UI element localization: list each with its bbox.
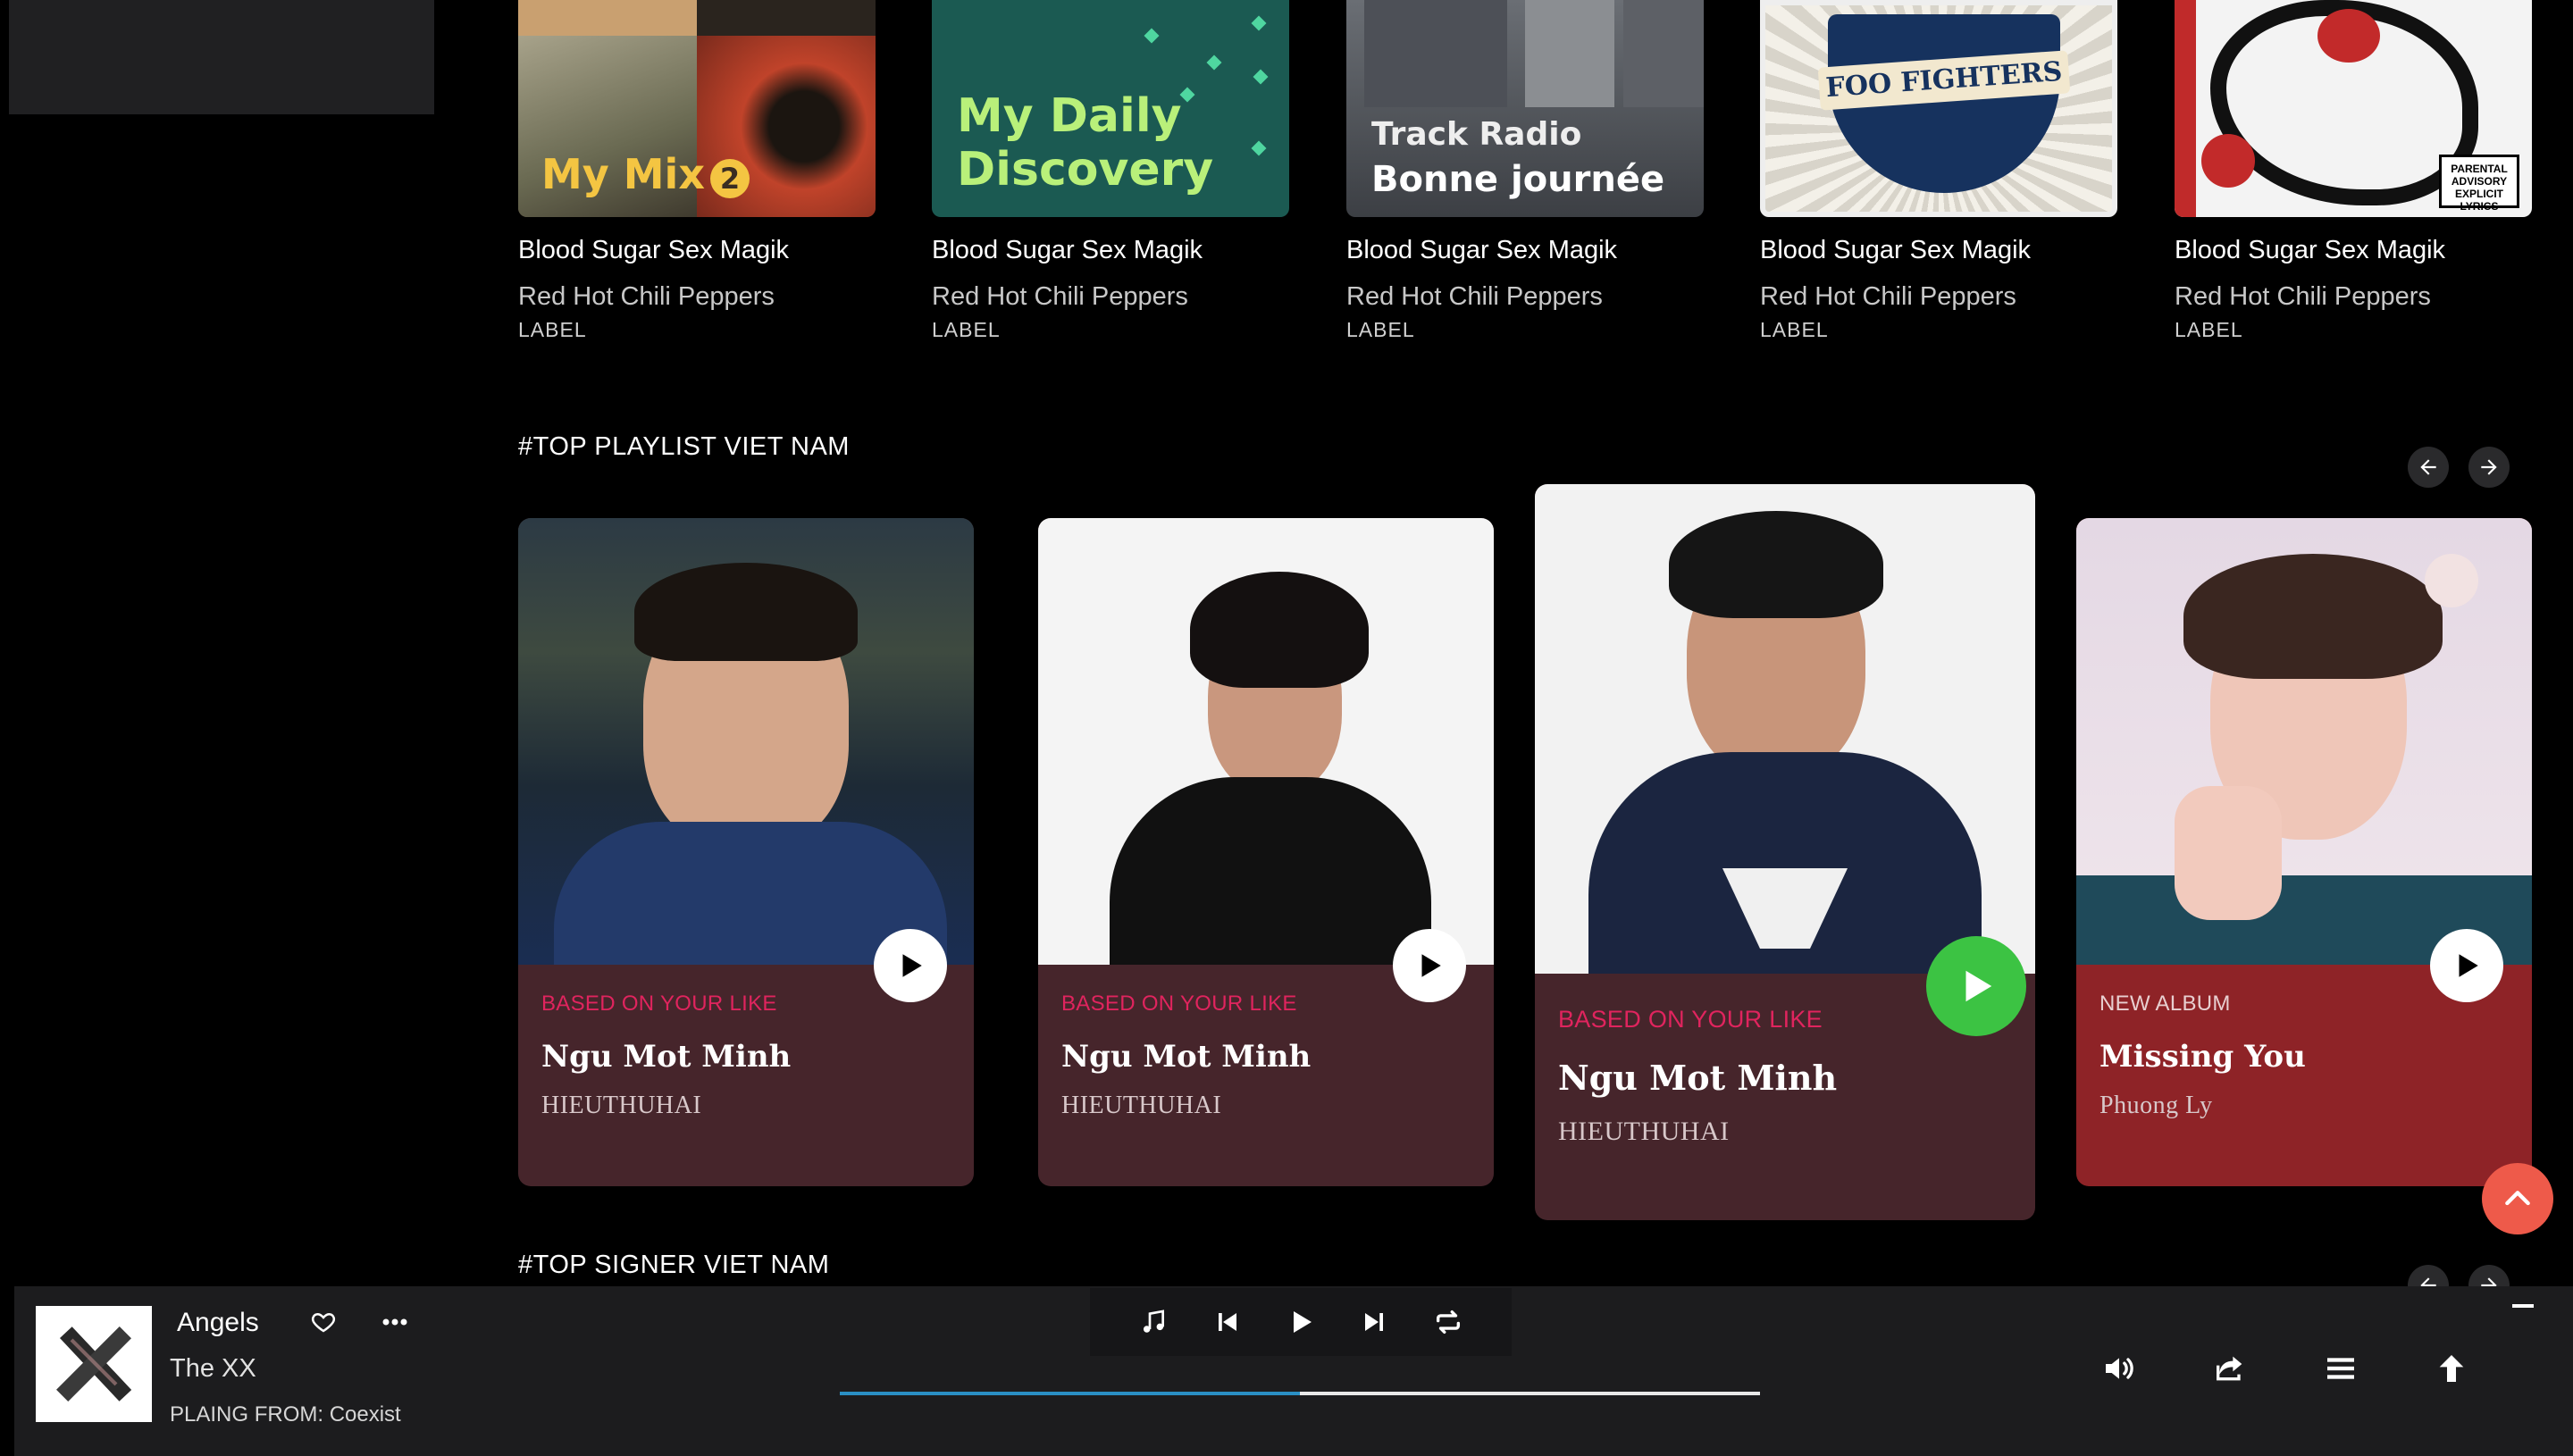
album-artist[interactable]: Red Hot Chili Peppers: [932, 282, 1188, 312]
album-artist[interactable]: Red Hot Chili Peppers: [518, 282, 775, 312]
expand-up-icon: [2439, 1355, 2464, 1382]
album-card[interactable]: Track Radio Bonne journée Blood Sugar Se…: [1346, 0, 1704, 341]
playlist-tag: BASED ON YOUR LIKE: [541, 992, 777, 1016]
sidebar-panel: [9, 0, 434, 114]
lyrics-button[interactable]: [1134, 1302, 1173, 1342]
playlist-name[interactable]: Ngu Mot Minh: [541, 1039, 791, 1075]
playlist-name[interactable]: Ngu Mot Minh: [1061, 1039, 1311, 1075]
play-button[interactable]: [1926, 936, 2026, 1036]
repeat-button[interactable]: [1429, 1302, 1468, 1342]
skip-next-icon: [1365, 1313, 1384, 1331]
share-button[interactable]: [2207, 1345, 2253, 1392]
volume-icon: [2106, 1358, 2133, 1379]
playlist-artist[interactable]: HIEUTHUHAI: [541, 1092, 701, 1120]
skip-previous-icon: [1218, 1313, 1236, 1331]
play-icon: [1421, 954, 1441, 977]
album-label: LABEL: [2175, 318, 2243, 341]
album-title[interactable]: Blood Sugar Sex Magik: [2175, 236, 2445, 265]
carousel-next-button[interactable]: [2468, 447, 2510, 488]
playlist-card[interactable]: BASED ON YOUR LIKE Ngu Mot Minh HIEUTHUH…: [1038, 518, 1494, 1186]
play-icon: [1965, 970, 1992, 1002]
now-playing-source: PLAING FROM: Coexist: [170, 1402, 401, 1427]
now-playing-title[interactable]: Angels: [177, 1308, 259, 1338]
play-button[interactable]: [874, 929, 947, 1002]
expand-player-button[interactable]: [2428, 1345, 2475, 1392]
album-label: LABEL: [1346, 318, 1415, 341]
album-card[interactable]: My Mix 2 Blood Sugar Sex Magik Red Hot Ch…: [518, 0, 876, 341]
album-cover: Track Radio Bonne journée: [1346, 0, 1704, 217]
like-button[interactable]: [306, 1304, 341, 1340]
play-icon: [902, 954, 922, 977]
album-card[interactable]: My Daily Discovery Blood Sugar Sex Magik …: [932, 0, 1289, 341]
playlist-tag: BASED ON YOUR LIKE: [1558, 1006, 1823, 1033]
album-label: LABEL: [1760, 318, 1829, 341]
now-playing-artist[interactable]: The XX: [170, 1354, 256, 1384]
album-label: LABEL: [932, 318, 1001, 341]
playlist-photo: [1535, 484, 2035, 974]
album-title[interactable]: Blood Sugar Sex Magik: [932, 236, 1203, 265]
heart-icon: [311, 1312, 336, 1333]
play-button[interactable]: [2430, 929, 2503, 1002]
play-button[interactable]: [1393, 929, 1466, 1002]
queue-button[interactable]: [2317, 1345, 2364, 1392]
playlist-card[interactable]: BASED ON YOUR LIKE Ngu Mot Minh HIEUTHUH…: [518, 518, 974, 1186]
album-cover: My Mix 2: [518, 0, 876, 217]
album-title[interactable]: Blood Sugar Sex Magik: [518, 236, 789, 265]
album-artist[interactable]: Red Hot Chili Peppers: [1760, 282, 2016, 312]
playlist-photo: [1038, 518, 1494, 965]
previous-button[interactable]: [1208, 1302, 1247, 1342]
playlist-tag: NEW ALBUM: [2099, 992, 2231, 1016]
now-playing-cover[interactable]: [36, 1306, 152, 1422]
playback-controls: [1090, 1288, 1512, 1356]
scroll-to-top-button[interactable]: [2482, 1163, 2553, 1234]
album-cover: PARENTAL ADVISORY EXPLICIT LYRICS: [2175, 0, 2532, 217]
album-title[interactable]: Blood Sugar Sex Magik: [1346, 236, 1617, 265]
more-options-button[interactable]: [377, 1306, 413, 1338]
play-icon: [1293, 1311, 1312, 1333]
album-card[interactable]: FOO FIGHTERS Blood Sugar Sex Magik Red H…: [1760, 0, 2117, 341]
playlist-artist[interactable]: HIEUTHUHAI: [1061, 1092, 1221, 1120]
playlist-photo: [518, 518, 974, 965]
more-horizontal-icon: [382, 1318, 407, 1326]
music-note-icon: [1144, 1310, 1165, 1333]
album-label: LABEL: [518, 318, 587, 341]
player-bar: Angels The XX PLAING FROM: Coexist: [14, 1286, 2573, 1456]
repeat-icon: [1436, 1310, 1460, 1335]
play-pause-button[interactable]: [1281, 1302, 1320, 1342]
playlist-artist[interactable]: HIEUTHUHAI: [1558, 1117, 1730, 1147]
share-icon: [2217, 1356, 2242, 1381]
progress-bar[interactable]: [840, 1392, 1760, 1395]
play-icon: [2459, 954, 2478, 977]
section-title-top-singer: #TOP SIGNER VIET NAM: [518, 1251, 830, 1279]
section-title-top-playlist: #TOP PLAYLIST VIET NAM: [518, 432, 850, 461]
playlist-card-active[interactable]: BASED ON YOUR LIKE Ngu Mot Minh HIEUTHUH…: [1535, 484, 2035, 1220]
minimize-player-button[interactable]: [2512, 1304, 2534, 1308]
arrow-left-icon: [2420, 459, 2436, 475]
playlist-card[interactable]: NEW ALBUM Missing You Phuong Ly: [2076, 518, 2532, 1186]
album-cover: FOO FIGHTERS: [1760, 0, 2117, 217]
queue-icon: [2327, 1358, 2354, 1379]
playlist-photo: [2076, 518, 2532, 965]
playlist-name[interactable]: Missing You: [2099, 1039, 2306, 1075]
arrow-right-icon: [2481, 459, 2497, 475]
xx-logo-icon: [56, 1326, 132, 1402]
volume-button[interactable]: [2096, 1345, 2142, 1392]
album-artist[interactable]: Red Hot Chili Peppers: [1346, 282, 1603, 312]
album-card[interactable]: PARENTAL ADVISORY EXPLICIT LYRICS Blood …: [2175, 0, 2532, 341]
progress-fill: [840, 1392, 1300, 1395]
playlist-name[interactable]: Ngu Mot Minh: [1558, 1058, 1837, 1098]
chevron-up-icon: [2505, 1191, 2530, 1206]
playlist-tag: BASED ON YOUR LIKE: [1061, 992, 1297, 1016]
album-cover: My Daily Discovery: [932, 0, 1289, 217]
album-title[interactable]: Blood Sugar Sex Magik: [1760, 236, 2031, 265]
next-button[interactable]: [1354, 1302, 1394, 1342]
playlist-artist[interactable]: Phuong Ly: [2099, 1092, 2213, 1120]
album-artist[interactable]: Red Hot Chili Peppers: [2175, 282, 2431, 312]
carousel-prev-button[interactable]: [2408, 447, 2449, 488]
